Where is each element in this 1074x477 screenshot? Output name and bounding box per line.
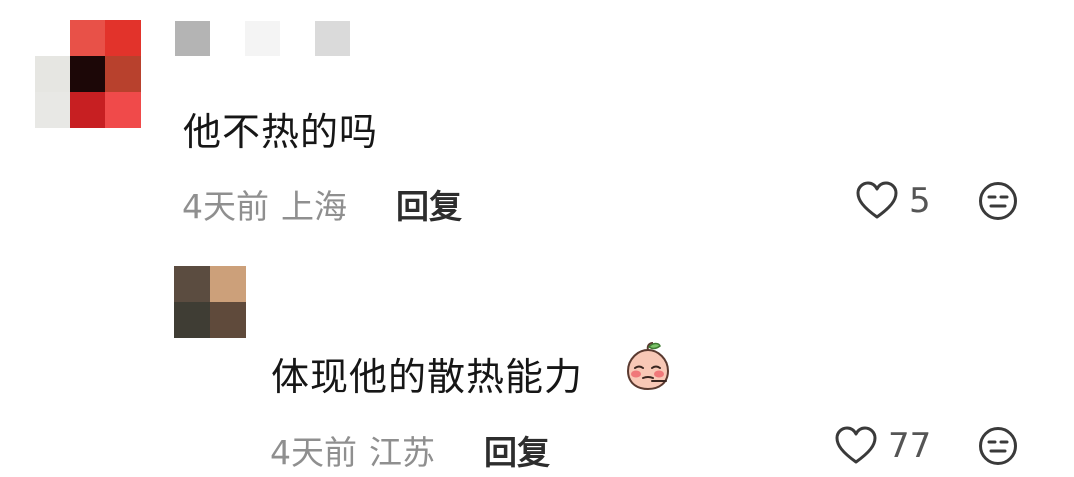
redaction-block <box>315 21 350 56</box>
neutral-face-icon <box>979 182 1017 220</box>
reply-button[interactable]: 回复 <box>484 426 550 474</box>
avatar-pixel <box>105 92 141 128</box>
like-button[interactable]: 5 <box>855 181 931 221</box>
comment-text: 他不热的吗 <box>183 110 379 154</box>
peach-blush-sticker <box>626 342 670 391</box>
heart-outline-icon <box>835 426 877 464</box>
neutral-face-icon <box>979 427 1017 465</box>
avatar-pixel <box>210 266 246 302</box>
like-count: 77 <box>888 426 932 466</box>
reply-button[interactable]: 回复 <box>396 180 462 228</box>
comment-time: 4天前 <box>182 187 269 226</box>
reply-meta: 4天前 江苏 <box>270 426 447 474</box>
heart-outline-icon <box>856 181 898 219</box>
like-count: 5 <box>909 181 931 221</box>
reply-avatar[interactable] <box>174 266 246 338</box>
reply-text: 体现他的散热能力 <box>271 355 584 399</box>
avatar-pixel <box>70 56 105 92</box>
reply-time: 4天前 <box>270 433 357 472</box>
avatar-pixel <box>174 266 210 302</box>
redaction-block <box>175 21 210 56</box>
like-button[interactable]: 77 <box>834 426 931 466</box>
avatar-pixel <box>210 302 246 338</box>
avatar-pixel <box>70 20 105 56</box>
avatar-pixel <box>70 92 105 128</box>
avatar-pixel <box>105 20 141 56</box>
comment-meta: 4天前 上海 <box>182 180 359 228</box>
avatar-pixel <box>105 56 141 92</box>
comment-location: 上海 <box>281 187 347 226</box>
avatar-pixel <box>35 20 70 56</box>
redaction-block <box>245 21 280 56</box>
avatar-pixel <box>35 92 70 128</box>
avatar-pixel <box>174 302 210 338</box>
react-button[interactable] <box>978 426 1018 466</box>
react-button[interactable] <box>978 181 1018 221</box>
reply-location: 江苏 <box>369 433 435 472</box>
avatar-pixel <box>35 56 70 92</box>
avatar[interactable] <box>35 20 141 128</box>
